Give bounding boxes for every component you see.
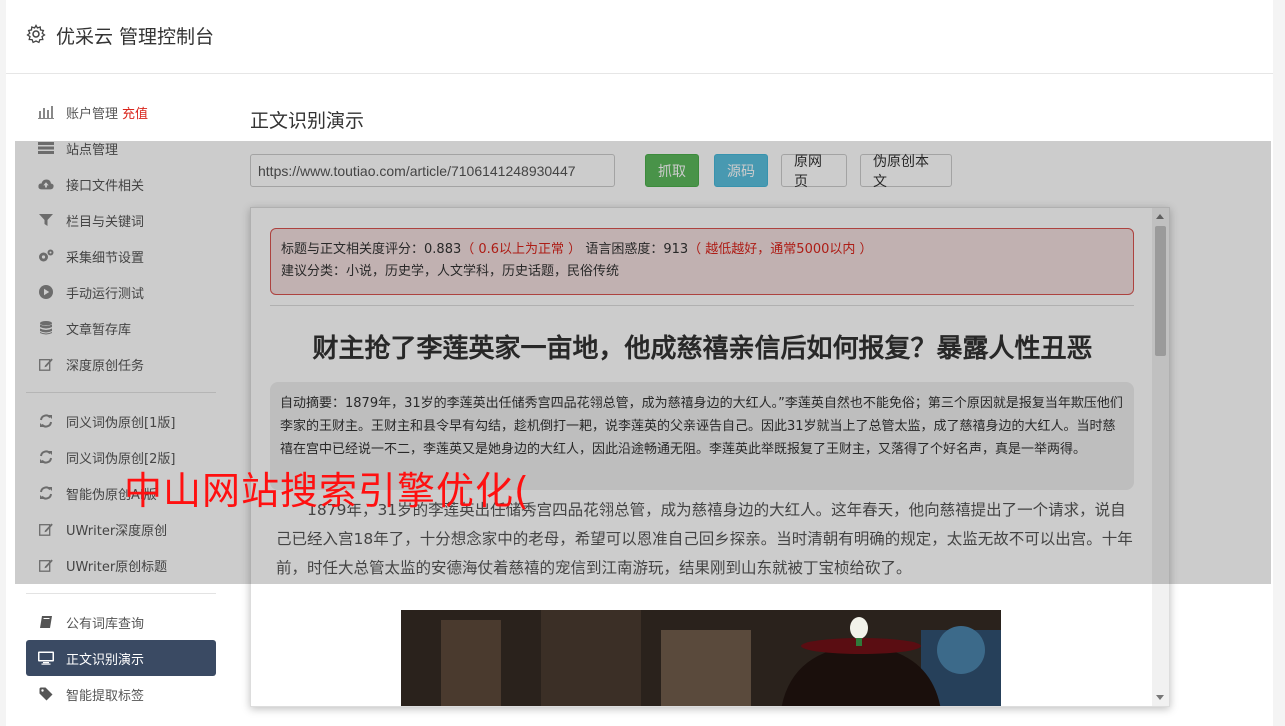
sidebar-item-columns-keywords[interactable]: 栏目与关键词 (26, 202, 216, 238)
sidebar-item-label: 正文识别演示 (66, 652, 145, 668)
sidebar-item-deep-original-task[interactable]: 深度原创任务 (26, 346, 216, 382)
sidebar-item-interface-files[interactable]: 接口文件相关 (26, 166, 216, 202)
sidebar-item-label: 手动运行测试 (66, 286, 145, 302)
database-icon (38, 320, 54, 336)
cogs-icon (38, 248, 54, 264)
score-line: 标题与正文相关度评分：0.883（ 0.6以上为正常 ） 语言困惑度：913（ … (281, 239, 1123, 261)
sidebar-item-label: 同义词伪原创[1版] (66, 415, 176, 431)
pseudo-original-button[interactable]: 伪原创本文 (860, 154, 952, 190)
sidebar-item-label: UWriter原创标题 (66, 559, 168, 575)
refresh-icon (38, 413, 54, 429)
sidebar-item-label: 智能提取标签 (66, 688, 145, 704)
app-title: 优采云 管理控制台 (56, 26, 215, 48)
refresh-icon (38, 485, 54, 501)
sidebar-item-account[interactable]: 账户管理 充值 (26, 94, 216, 130)
desktop-icon (38, 650, 54, 666)
scroll-down-arrow[interactable] (1156, 695, 1164, 700)
category-line: 建议分类：小说，历史学，人文学科，历史话题，民俗传统 (281, 264, 620, 279)
sidebar-item-uwriter-title[interactable]: UWriter原创标题 (26, 547, 216, 583)
edit-icon (38, 356, 54, 372)
edit-icon (38, 521, 54, 537)
relevance-label: 标题与正文相关度评分： (281, 242, 425, 257)
recharge-badge[interactable]: 充值 (122, 103, 148, 122)
article-image-drawing (401, 610, 1001, 706)
sidebar-divider (26, 392, 216, 393)
sidebar-item-label: 栏目与关键词 (66, 214, 145, 230)
sidebar-item-smart-tags[interactable]: 智能提取标签 (26, 676, 216, 712)
sidebar-item-label: 采集细节设置 (66, 250, 145, 266)
sidebar-item-label: 深度原创任务 (66, 358, 145, 374)
sidebar-item-public-lexicon[interactable]: 公有词库查询 (26, 604, 216, 640)
sidebar-item-label: 站点管理 (66, 142, 119, 158)
sidebar-item-label: 接口文件相关 (66, 178, 145, 194)
article-summary: 自动摘要：1879年，31岁的李莲英出任储秀宫四品花翎总管，成为慈禧身边的大红人… (270, 382, 1134, 490)
sidebar-item-label: 智能伪原创AI版 (66, 487, 157, 503)
sidebar-item-synonym-v2[interactable]: 同义词伪原创[2版] (26, 439, 216, 475)
refresh-icon (38, 449, 54, 465)
article-scrollbar[interactable] (1152, 208, 1169, 706)
sidebar-item-label: 账户管理 (66, 106, 119, 122)
sidebar-item-ai-pseudo[interactable]: 智能伪原创AI版 (26, 475, 216, 511)
relevance-value: 0.883 (424, 242, 462, 257)
top-bar: 优采云 管理控制台 (6, 0, 1273, 74)
tag-icon (38, 686, 54, 702)
sidebar-item-label: 公有词库查询 (66, 616, 145, 632)
sidebar-item-uwriter-deep[interactable]: UWriter深度原创 (26, 511, 216, 547)
original-page-button[interactable]: 原网页 (781, 154, 847, 190)
sidebar-item-collect-settings[interactable]: 采集细节设置 (26, 238, 216, 274)
score-alert: 标题与正文相关度评分：0.883（ 0.6以上为正常 ） 语言困惑度：913（ … (270, 228, 1134, 295)
perplexity-note: （ 越低越好，通常5000以内 ） (688, 242, 873, 257)
perplexity-value: 913 (663, 242, 689, 257)
sidebar-item-manual-run[interactable]: 手动运行测试 (26, 274, 216, 310)
sidebar-item-article-store[interactable]: 文章暂存库 (26, 310, 216, 346)
perplexity-label: 语言困惑度： (585, 242, 664, 257)
scroll-thumb[interactable] (1155, 226, 1166, 356)
grab-button[interactable]: 抓取 (645, 154, 699, 187)
bar-chart-icon (38, 104, 54, 120)
page-title: 正文识别演示 (250, 110, 365, 132)
book-icon (38, 614, 54, 630)
sidebar: 账户管理 充值 站点管理 接口文件相关 栏目与关键词 采集细节设置 手动运行测试… (26, 94, 216, 712)
sidebar-item-label: UWriter深度原创 (66, 523, 168, 539)
article-image (401, 610, 1001, 706)
play-circle-icon (38, 284, 54, 300)
filter-icon (38, 212, 54, 228)
url-input[interactable] (250, 154, 615, 187)
server-icon (38, 140, 54, 156)
scroll-up-arrow[interactable] (1156, 214, 1164, 219)
cloud-upload-icon (38, 176, 54, 192)
sidebar-item-synonym-v1[interactable]: 同义词伪原创[1版] (26, 403, 216, 439)
sidebar-item-label: 同义词伪原创[2版] (66, 451, 176, 467)
sidebar-item-text-recognition[interactable]: 正文识别演示 (26, 640, 216, 676)
article-title: 财主抢了李莲英家一亩地，他成慈禧亲信后如何报复？暴露人性丑恶 (312, 334, 1093, 364)
sidebar-divider (26, 593, 216, 594)
source-button[interactable]: 源码 (714, 154, 768, 187)
article-body: 1879年，31岁的李莲英出任储秀宫四品花翎总管，成为慈禧身边的大红人。这年春天… (276, 501, 1133, 577)
relevance-note: （ 0.6以上为正常 ） (461, 242, 582, 257)
edit-icon (38, 557, 54, 573)
sidebar-item-sites[interactable]: 站点管理 (26, 130, 216, 166)
separator (270, 305, 1134, 306)
article-preview[interactable]: 标题与正文相关度评分：0.883（ 0.6以上为正常 ） 语言困惑度：913（ … (250, 207, 1170, 707)
gear-icon (26, 24, 46, 44)
sidebar-item-label: 文章暂存库 (66, 322, 132, 338)
